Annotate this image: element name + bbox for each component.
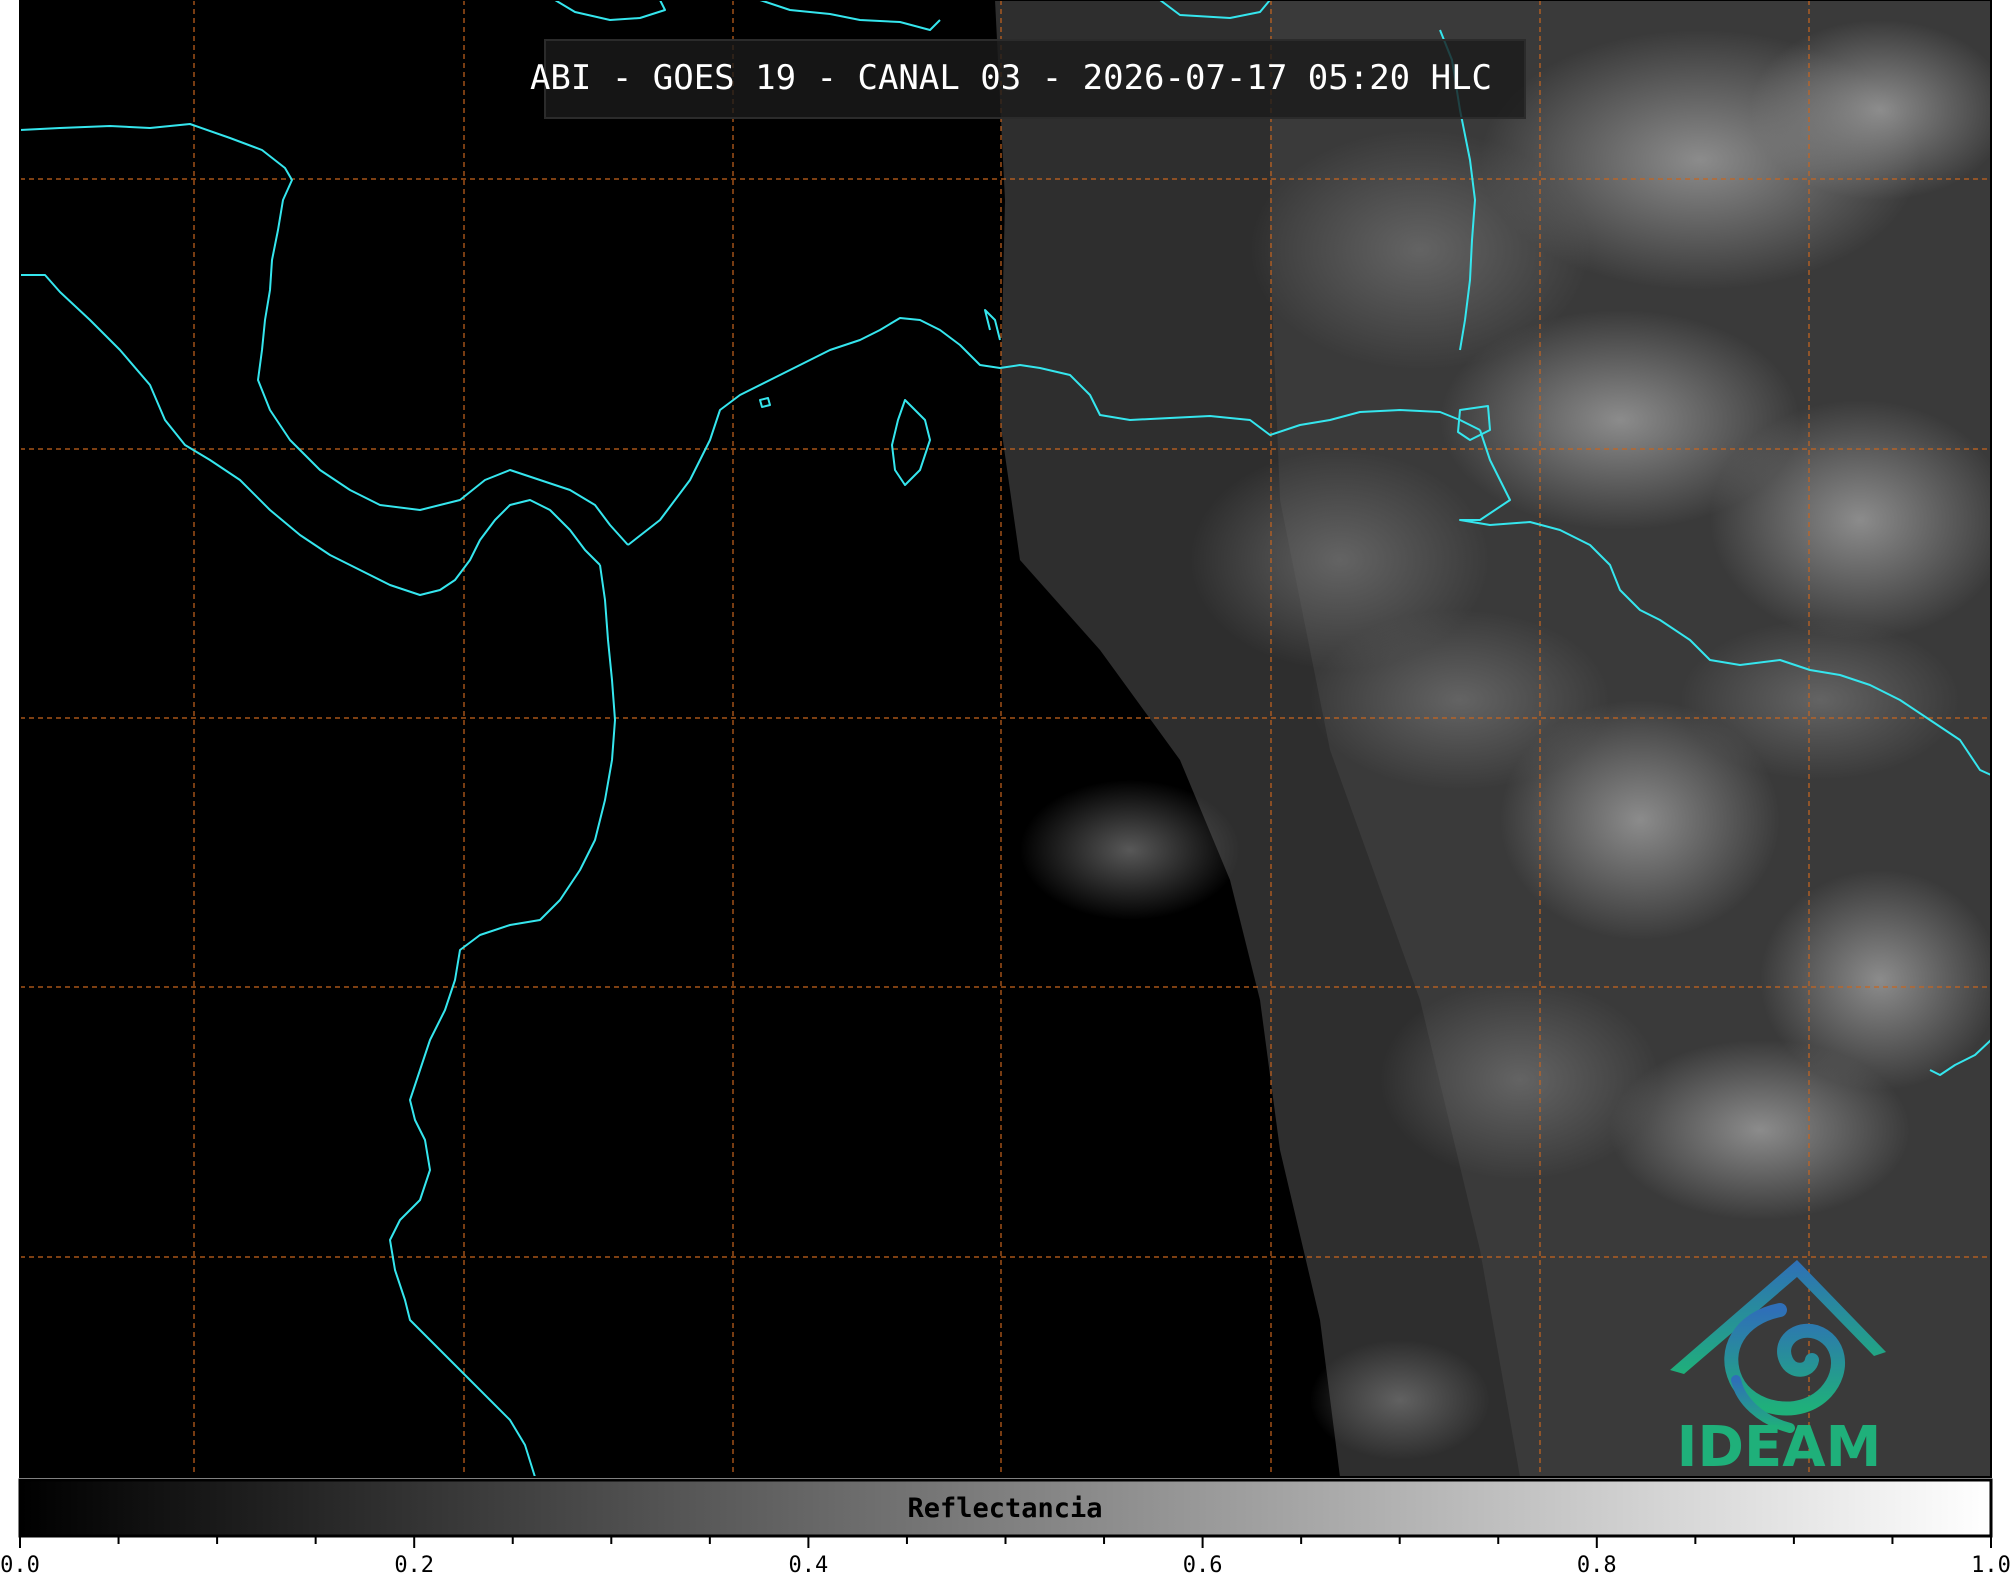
colorbar-tick-label: 0.8: [1577, 1553, 1617, 1577]
logo-text: IDEAM: [1677, 1415, 1882, 1480]
colorbar-tick-label: 0.2: [394, 1553, 434, 1577]
colorbar-ticks: 0.0 0.2 0.4 0.6 0.8 1.0: [0, 1536, 2011, 1577]
satellite-image-panel: ABI - GOES 19 - CANAL 03 - 2026-07-17 05…: [20, 0, 1991, 1480]
satellite-map-figure: ABI - GOES 19 - CANAL 03 - 2026-07-17 05…: [0, 0, 2011, 1577]
colorbar-tick-label: 0.6: [1183, 1553, 1223, 1577]
colorbar-tick-label: 0.0: [0, 1553, 40, 1577]
colorbar-tick-label: 0.4: [789, 1553, 829, 1577]
colorbar-label: Reflectancia: [907, 1493, 1102, 1524]
title-box: ABI - GOES 19 - CANAL 03 - 2026-07-17 05…: [530, 39, 1526, 119]
colorbar: Reflectancia 0.0 0.2 0.4 0.6 0.8 1.0: [0, 1478, 2011, 1577]
map-title: ABI - GOES 19 - CANAL 03 - 2026-07-17 05…: [530, 58, 1492, 98]
colorbar-tick-label: 1.0: [1971, 1553, 2011, 1577]
